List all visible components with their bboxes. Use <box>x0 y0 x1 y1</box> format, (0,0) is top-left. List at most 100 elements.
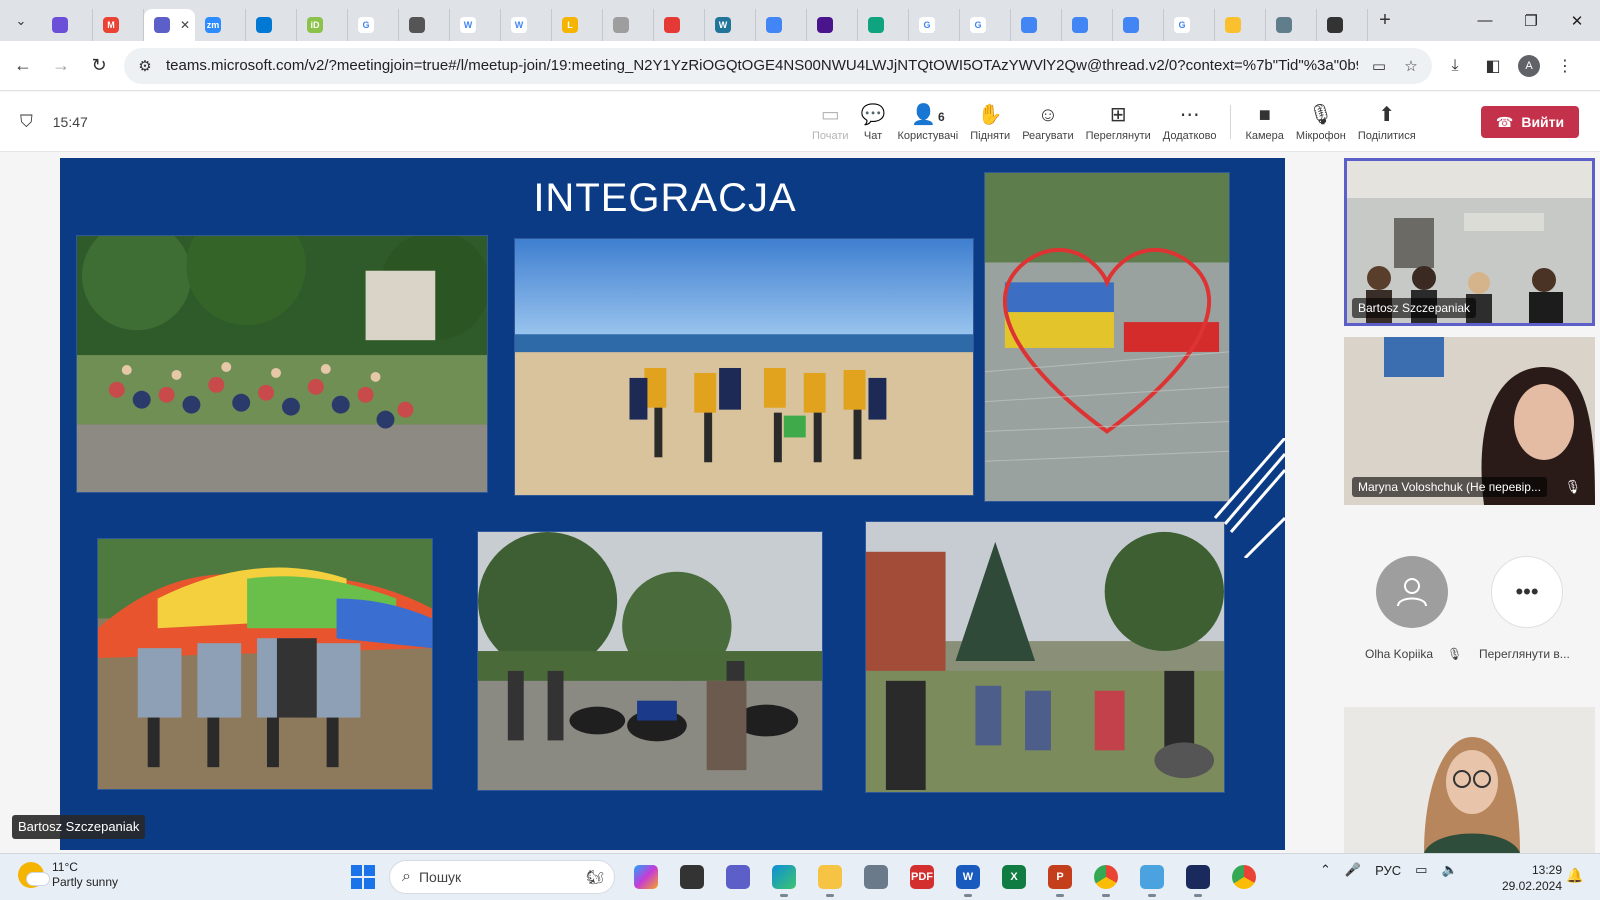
browser-tab[interactable]: iD <box>297 8 348 41</box>
file-explorer-icon <box>818 865 842 889</box>
microphone-icon[interactable]: 🎤 <box>1345 862 1361 878</box>
view-button[interactable]: ⊞ Переглянути <box>1080 92 1157 152</box>
browser-tab[interactable] <box>246 8 297 41</box>
browser-tab[interactable] <box>603 8 654 41</box>
browser-tab[interactable]: zm <box>195 8 246 41</box>
browser-menu-icon[interactable]: ⋮ <box>1552 56 1578 76</box>
toolbar-label: Додатково <box>1162 129 1217 142</box>
snip-tool-taskbar-button[interactable] <box>858 860 894 894</box>
camera-button[interactable]: ■ Камера <box>1239 92 1289 152</box>
people-button[interactable]: 👤 6 Користувачі <box>891 92 964 152</box>
browser-tab[interactable] <box>1113 8 1164 41</box>
share-button[interactable]: ⬆ Поділитися <box>1352 92 1422 152</box>
copilot-app-taskbar-button[interactable] <box>628 860 664 894</box>
download-icon[interactable]: ⤓ <box>1442 57 1468 75</box>
teams-chat-taskbar-button[interactable] <box>720 860 756 894</box>
reload-icon[interactable]: ↻ <box>80 47 118 85</box>
side-panel-icon[interactable]: ◧ <box>1480 56 1506 76</box>
chat-button[interactable]: 💬 Чат <box>855 92 892 152</box>
browser-tab[interactable] <box>858 8 909 41</box>
system-clock[interactable]: 13:29 29.02.2024 <box>1498 862 1562 894</box>
browser-tab[interactable] <box>1317 8 1368 41</box>
windows-start-icon[interactable] <box>351 865 375 889</box>
leave-button[interactable]: ☎ Вийти <box>1481 106 1579 138</box>
slide-title: INTEGRACJA <box>533 176 797 220</box>
browser-tab[interactable]: M <box>93 8 144 41</box>
browser-tab[interactable] <box>399 8 450 41</box>
wiki-icon: W <box>460 16 476 33</box>
powerpoint-taskbar-button[interactable]: P <box>1042 860 1078 897</box>
url-text[interactable]: teams.microsoft.com/v2/?meetingjoin=true… <box>166 57 1358 74</box>
slide-decoration <box>1213 438 1285 558</box>
browser-tab[interactable] <box>1062 8 1113 41</box>
browser-tab[interactable]: G <box>348 8 399 41</box>
view-all-label[interactable]: Переглянути в... <box>1479 647 1570 661</box>
volume-icon[interactable]: 🔈 <box>1441 862 1457 878</box>
network-icon[interactable]: ▭ <box>1415 862 1427 878</box>
react-icon: ☺ <box>1037 103 1059 126</box>
participant-tile-bartosz[interactable]: Bartosz Szczepaniak <box>1344 158 1595 326</box>
task-view-taskbar-button[interactable] <box>674 860 710 894</box>
edge-taskbar-button[interactable] <box>766 860 802 897</box>
pdf-taskbar-button[interactable]: PDF <box>904 860 940 894</box>
input-language[interactable]: РУС <box>1375 863 1401 878</box>
browser-tab[interactable]: ✕ <box>144 8 195 41</box>
notification-bell-icon[interactable]: 🔔 <box>1566 867 1583 884</box>
edge-icon <box>772 865 796 889</box>
restore-icon[interactable]: ❐ <box>1508 0 1554 41</box>
excel-icon: X <box>1002 865 1026 889</box>
react-button[interactable]: ☺ Реагувати <box>1016 92 1079 152</box>
browser-tab[interactable]: W <box>450 8 501 41</box>
browser-tab[interactable]: G <box>1164 8 1215 41</box>
forward-icon[interactable]: → <box>42 47 80 85</box>
close-window-icon[interactable]: ✕ <box>1554 0 1600 41</box>
browser-tab[interactable] <box>1215 8 1266 41</box>
omnibox[interactable]: ⚙ teams.microsoft.com/v2/?meetingjoin=tr… <box>124 47 1432 84</box>
new-tab-button[interactable]: + <box>1368 9 1402 32</box>
photo-park-group <box>76 235 488 493</box>
browser-tab[interactable] <box>756 8 807 41</box>
browser-tab[interactable] <box>1266 8 1317 41</box>
browser-tab[interactable] <box>42 8 93 41</box>
browser-tab[interactable]: L <box>552 8 603 41</box>
weather-widget[interactable]: 11°C Partly sunny <box>18 860 118 890</box>
browser-tab[interactable]: W <box>705 8 756 41</box>
participant-tile-maryna[interactable]: Maryna Voloshchuk (Не перевір... 🎙 <box>1344 337 1595 505</box>
shield-icon[interactable]: ⛉ <box>20 112 33 132</box>
l-icon: L <box>562 16 578 33</box>
tab-search-chevron-icon[interactable]: ⌄ <box>0 0 42 41</box>
minimize-icon[interactable]: — <box>1462 0 1508 41</box>
profile-avatar[interactable]: A <box>1518 54 1540 77</box>
word-taskbar-button[interactable]: W <box>950 860 986 897</box>
raise-hand-button[interactable]: ✋ Підняти <box>964 92 1016 152</box>
tray-overflow-icon[interactable]: ⌃ <box>1320 862 1331 878</box>
site-info-icon[interactable]: ⚙ <box>134 57 156 75</box>
browser-tab[interactable] <box>807 8 858 41</box>
browser-tab[interactable]: G <box>909 8 960 41</box>
more-button[interactable]: ⋯ Додатково <box>1157 92 1223 152</box>
participant-avatar-olha[interactable] <box>1376 556 1448 628</box>
mic-off-button[interactable]: 🎙 Мікрофон <box>1290 92 1352 152</box>
camera-permission-icon[interactable]: ▭ <box>1368 57 1390 75</box>
file-explorer-taskbar-button[interactable] <box>812 860 848 897</box>
screenshot-app-taskbar-button[interactable] <box>1134 860 1170 897</box>
toolbar-label: Почати <box>812 129 849 142</box>
pin-icon <box>664 16 680 33</box>
back-icon[interactable]: ← <box>4 47 42 85</box>
pdf-icon: PDF <box>910 865 934 889</box>
browser-tab[interactable] <box>1011 8 1062 41</box>
browser-tab[interactable]: W <box>501 8 552 41</box>
browser-tab[interactable] <box>654 8 705 41</box>
close-tab-icon[interactable]: ✕ <box>180 18 190 32</box>
bookmark-star-icon[interactable]: ☆ <box>1400 57 1422 75</box>
excel-taskbar-button[interactable]: X <box>996 860 1032 894</box>
self-video-tile[interactable] <box>1344 707 1595 853</box>
chrome-taskbar-button[interactable] <box>1088 860 1124 897</box>
share-screen-button[interactable]: ▭ Почати <box>806 92 855 152</box>
toolbar-label: Переглянути <box>1085 129 1151 142</box>
app-wave-taskbar-button[interactable] <box>1180 860 1216 897</box>
more-participants-button[interactable]: ••• <box>1491 556 1563 628</box>
chrome-profile-taskbar-button[interactable] <box>1226 860 1262 894</box>
browser-tab[interactable]: G <box>960 8 1011 41</box>
taskbar-search[interactable]: ⌕ Пошук 🐿 <box>389 860 615 894</box>
